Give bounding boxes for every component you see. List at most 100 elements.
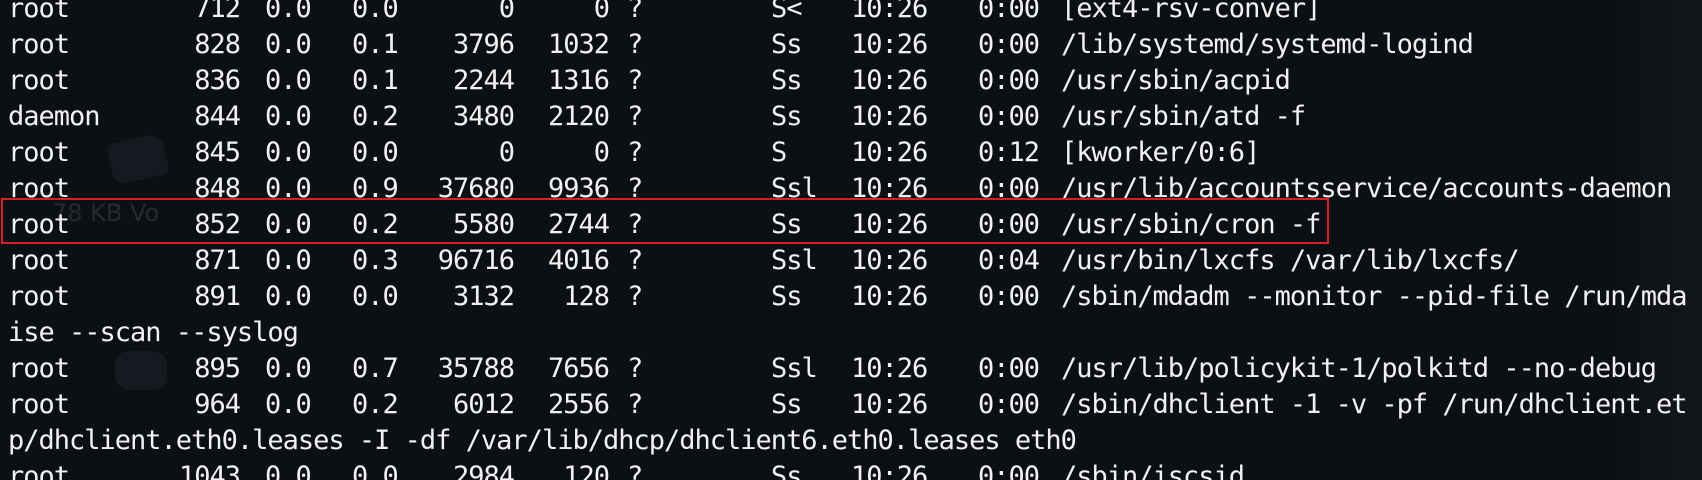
process-stat: Ss — [771, 101, 803, 132]
process-mem: 0.3 — [352, 245, 399, 276]
process-row: root 871 0.0 0.3 96716 4016 ? Ssl 10:26 … — [8, 243, 1702, 279]
process-command: /sbin/dhclient -1 -v -pf /run/dhclient.e… — [1061, 389, 1687, 420]
process-rss: 9936 — [547, 173, 610, 204]
process-cpu: 0.0 — [265, 29, 312, 60]
process-stat: Ss — [771, 461, 803, 480]
process-stat: Ss — [771, 281, 803, 312]
wrapped-command-line: ise --scan --syslog — [8, 315, 1702, 351]
process-start: 10:26 — [851, 389, 928, 420]
process-pid: 871 — [194, 245, 241, 276]
process-command: [ext4-rsv-conver] — [1061, 0, 1321, 24]
process-mem: 0.9 — [352, 173, 399, 204]
process-tty: ? — [627, 101, 643, 132]
wrapped-command-line: p/dhclient.eth0.leases -I -df /var/lib/d… — [8, 423, 1702, 459]
process-rss: 128 — [563, 281, 610, 312]
process-time: 0:00 — [978, 389, 1040, 420]
process-cpu: 0.0 — [265, 0, 312, 24]
process-pid: 1043 — [178, 461, 241, 480]
process-tty: ? — [627, 389, 643, 420]
process-stat: S< — [771, 0, 803, 24]
process-row: root 895 0.0 0.7 35788 7656 ? Ssl 10:26 … — [8, 351, 1702, 387]
process-time: 0:12 — [978, 137, 1040, 168]
process-tty: ? — [627, 29, 643, 60]
process-vsz: 2244 — [452, 65, 515, 96]
process-cpu: 0.0 — [265, 281, 312, 312]
process-vsz: 6012 — [452, 389, 515, 420]
process-command: /usr/bin/lxcfs /var/lib/lxcfs/ — [1061, 245, 1520, 276]
process-row: root 845 0.0 0.0 0 0 ? S 10:26 0:12 [kwo… — [8, 135, 1702, 171]
process-mem: 0.2 — [352, 389, 399, 420]
process-stat: Ss — [771, 29, 803, 60]
process-mem: 0.0 — [352, 0, 399, 24]
process-mem: 0.1 — [352, 65, 399, 96]
process-pid: 836 — [194, 65, 241, 96]
process-time: 0:00 — [978, 65, 1040, 96]
process-time: 0:00 — [978, 281, 1040, 312]
process-tty: ? — [627, 137, 643, 168]
process-mem: 0.0 — [352, 137, 399, 168]
process-user: root — [8, 137, 70, 168]
process-row: root 828 0.0 0.1 3796 1032 ? Ss 10:26 0:… — [8, 27, 1702, 63]
process-vsz: 0 — [498, 0, 515, 24]
process-command: /usr/lib/policykit-1/polkitd --no-debug — [1061, 353, 1657, 384]
process-user: root — [8, 173, 70, 204]
process-start: 10:26 — [851, 281, 928, 312]
process-pid: 852 — [194, 209, 241, 240]
process-start: 10:26 — [851, 353, 928, 384]
process-start: 10:26 — [851, 461, 928, 480]
process-cpu: 0.0 — [265, 65, 312, 96]
process-user: root — [8, 209, 70, 240]
process-rss: 4016 — [547, 245, 610, 276]
process-rss: 1316 — [547, 65, 610, 96]
process-tty: ? — [627, 65, 643, 96]
process-stat: Ssl — [771, 245, 818, 276]
process-vsz: 2984 — [452, 461, 515, 480]
process-user: root — [8, 29, 70, 60]
process-user: root — [8, 245, 70, 276]
process-start: 10:26 — [851, 173, 928, 204]
process-user: root — [8, 0, 70, 24]
process-mem: 0.0 — [352, 461, 399, 480]
process-pid: 895 — [194, 353, 241, 384]
process-stat: Ss — [771, 65, 803, 96]
process-vsz: 37680 — [437, 173, 515, 204]
process-row: root 712 0.0 0.0 0 0 ? S< 10:26 0:00 [ex… — [8, 0, 1702, 27]
process-pid: 844 — [194, 101, 241, 132]
process-cpu: 0.0 — [265, 245, 312, 276]
process-tty: ? — [627, 173, 643, 204]
process-list: root 712 0.0 0.0 0 0 ? S< 10:26 0:00 [ex… — [8, 0, 1702, 480]
process-stat: Ssl — [771, 173, 818, 204]
process-vsz: 3132 — [452, 281, 515, 312]
process-command: /usr/sbin/cron -f — [1061, 209, 1321, 240]
process-row: root 891 0.0 0.0 3132 128 ? Ss 10:26 0:0… — [8, 279, 1702, 315]
wrapped-command-text: p/dhclient.eth0.leases -I -df /var/lib/d… — [8, 425, 1077, 456]
process-time: 0:00 — [978, 353, 1040, 384]
process-user: daemon — [8, 101, 101, 132]
process-cpu: 0.0 — [265, 173, 312, 204]
process-time: 0:00 — [978, 173, 1040, 204]
process-time: 0:00 — [978, 101, 1040, 132]
process-rss: 2556 — [547, 389, 610, 420]
process-user: root — [8, 389, 70, 420]
process-mem: 0.2 — [352, 101, 399, 132]
process-pid: 848 — [194, 173, 241, 204]
process-rss: 7656 — [547, 353, 610, 384]
process-start: 10:26 — [851, 137, 928, 168]
process-stat: Ss — [771, 389, 803, 420]
process-tty: ? — [627, 0, 643, 24]
process-cpu: 0.0 — [265, 101, 312, 132]
process-mem: 0.7 — [352, 353, 399, 384]
process-command: /sbin/iscsid — [1061, 461, 1245, 480]
process-command: /usr/sbin/atd -f — [1061, 101, 1306, 132]
process-vsz: 96716 — [437, 245, 515, 276]
process-cpu: 0.0 — [265, 209, 312, 240]
process-start: 10:26 — [851, 101, 928, 132]
process-stat: Ssl — [771, 353, 818, 384]
process-row-highlighted: root 852 0.0 0.2 5580 2744 ? Ss 10:26 0:… — [8, 207, 1702, 243]
process-vsz: 3480 — [452, 101, 515, 132]
process-command: /usr/lib/accountsservice/accounts-daemon — [1061, 173, 1672, 204]
process-time: 0:00 — [978, 29, 1040, 60]
process-start: 10:26 — [851, 209, 928, 240]
process-row: root 848 0.0 0.9 37680 9936 ? Ssl 10:26 … — [8, 171, 1702, 207]
process-pid: 712 — [194, 0, 241, 24]
